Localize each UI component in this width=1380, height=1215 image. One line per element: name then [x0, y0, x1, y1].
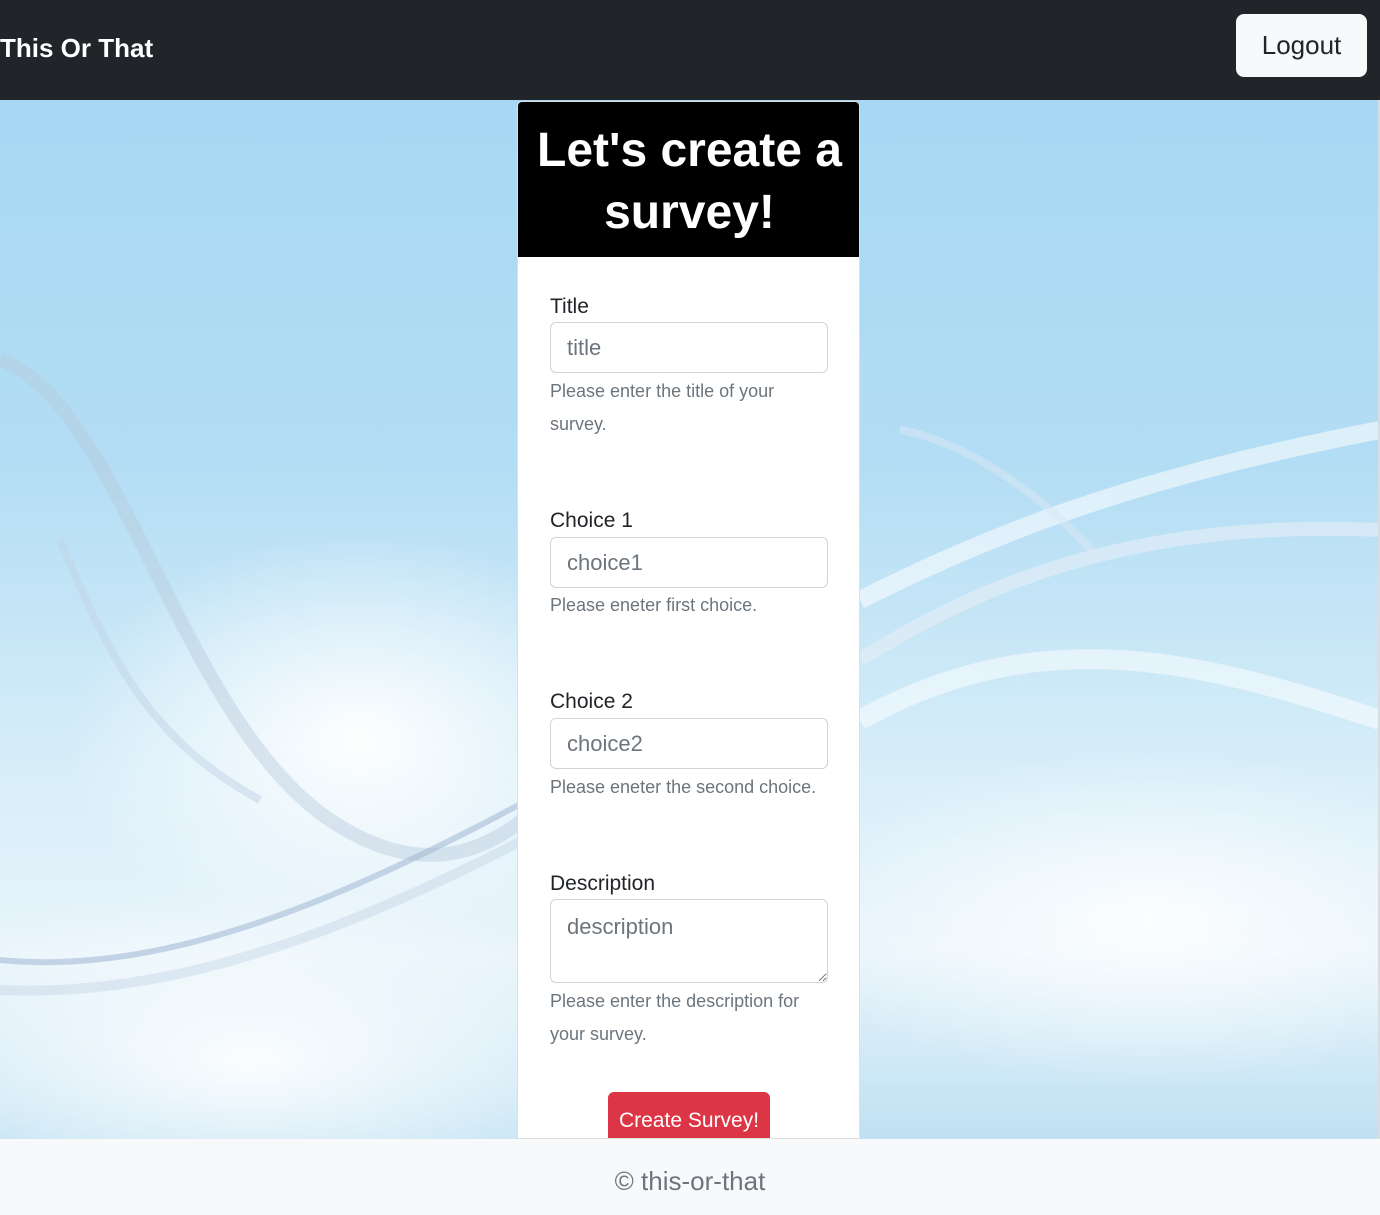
footer-copyright: © this-or-that: [614, 1166, 766, 1196]
title-label: Title: [550, 295, 589, 318]
page-title: Let's create a survey!: [537, 124, 842, 239]
choice2-input[interactable]: [550, 718, 828, 769]
description-help: Please enter the description for your su…: [550, 991, 800, 1044]
brand-link[interactable]: This Or That: [0, 30, 153, 66]
footer: © this-or-that: [0, 1139, 1380, 1215]
title-help: Please enter the title of your survey.: [550, 381, 775, 434]
choice2-help: Please eneter the second choice.: [550, 777, 817, 797]
choice1-input[interactable]: [550, 537, 828, 588]
title-input[interactable]: [550, 322, 828, 373]
logout-button[interactable]: Logout: [1236, 14, 1367, 77]
choice2-label: Choice 2: [550, 690, 633, 713]
card-header: Let's create a survey!: [518, 102, 859, 257]
description-label: Description: [550, 872, 656, 895]
choice1-help: Please eneter first choice.: [550, 595, 758, 615]
description-textarea[interactable]: [550, 899, 828, 983]
top-navbar: This Or That Logout: [0, 0, 1380, 100]
survey-card: Let's create a survey! Title Please ente…: [517, 101, 860, 1139]
create-survey-button[interactable]: Create Survey!: [608, 1092, 770, 1138]
choice1-label: Choice 1: [550, 509, 633, 532]
